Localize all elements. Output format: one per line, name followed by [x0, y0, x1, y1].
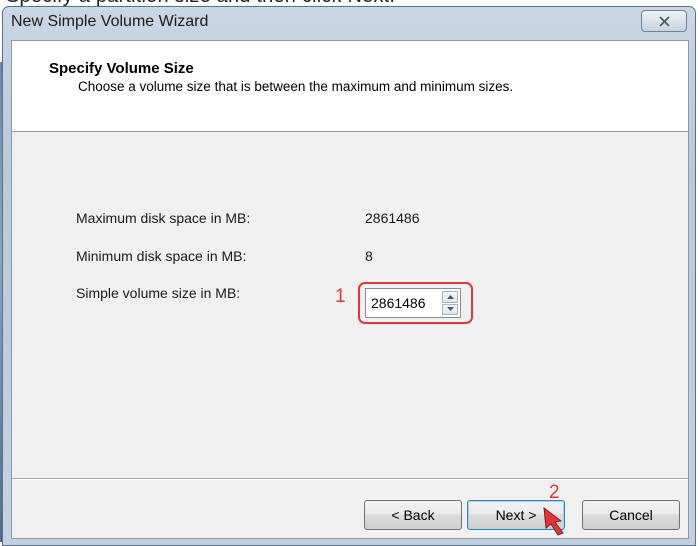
- arrow-up-icon: [446, 294, 454, 299]
- volume-size-input[interactable]: 2861486: [371, 295, 426, 311]
- volume-size-label: Simple volume size in MB:: [76, 285, 241, 301]
- footer-divider-highlight: [12, 479, 688, 480]
- annotation-step-2: 2: [549, 482, 560, 503]
- close-button[interactable]: [641, 10, 687, 32]
- spin-buttons: [442, 291, 458, 315]
- wizard-header: Specify Volume Size Choose a volume size…: [12, 41, 688, 132]
- close-icon: [658, 15, 670, 27]
- page-title: Specify Volume Size: [49, 60, 194, 77]
- page-subtitle: Choose a volume size that is between the…: [78, 79, 514, 94]
- back-button[interactable]: < Back: [364, 500, 462, 530]
- arrow-down-icon: [446, 307, 454, 312]
- min-space-label: Minimum disk space in MB:: [76, 248, 247, 264]
- spin-up-button[interactable]: [442, 291, 458, 303]
- wizard-client-area: Specify Volume Size Choose a volume size…: [11, 40, 689, 539]
- cancel-button[interactable]: Cancel: [582, 500, 680, 530]
- cursor-arrow-icon: [543, 506, 564, 536]
- wizard-window: New Simple Volume Wizard Specify Volume …: [2, 6, 696, 546]
- max-space-label: Maximum disk space in MB:: [76, 210, 251, 226]
- spin-down-button[interactable]: [442, 303, 458, 315]
- min-space-value: 8: [365, 248, 373, 264]
- annotation-step-1: 1: [335, 286, 346, 307]
- volume-size-spinbox[interactable]: 2861486: [365, 288, 461, 318]
- window-title: New Simple Volume Wizard: [11, 13, 209, 30]
- max-space-value: 2861486: [365, 210, 420, 226]
